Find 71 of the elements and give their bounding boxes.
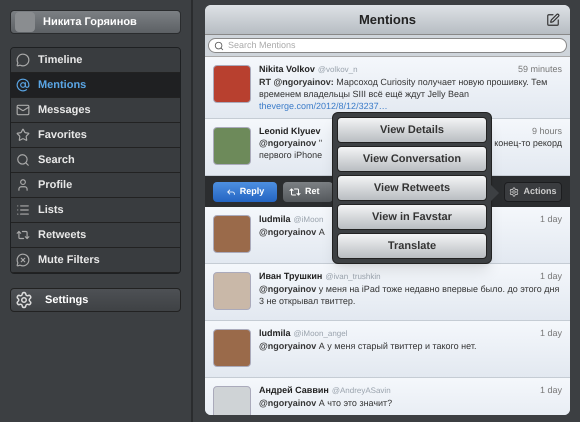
sidebar-item[interactable]: Mentions xyxy=(11,73,180,98)
sidebar-item[interactable]: Search xyxy=(11,148,180,173)
tweet-time: 9 hours xyxy=(532,125,562,137)
sidebar-item[interactable]: Favorites xyxy=(11,123,180,148)
retweet-icon xyxy=(289,186,301,198)
sidebar-icon xyxy=(16,178,30,192)
author-handle: @iMoon xyxy=(294,214,324,226)
tweet-text: конец-то рекорд xyxy=(494,137,562,149)
tweet-text: @ngoryainov у меня на iPad тоже недавно впервые было. до этого дня 3 не открывал твиттер. xyxy=(259,283,560,307)
header-title: Mentions xyxy=(358,10,416,29)
sidebar-item[interactable]: Mute Filters xyxy=(11,248,180,273)
search-icon xyxy=(214,40,224,50)
avatar-photo xyxy=(213,215,251,253)
settings-button[interactable]: Settings xyxy=(10,288,181,312)
tweet-row[interactable]: ludmila @iMoon_angel 1 day @ngoryainov А у меня старый твиттер и такого нет. xyxy=(205,321,570,378)
tweet-text: @ngoryainov А что это значит? xyxy=(259,397,394,409)
author-name: Иван Трушкин xyxy=(259,270,322,282)
tweet-time: 1 day xyxy=(540,384,562,396)
avatar-photo xyxy=(213,386,251,415)
sidebar-icon xyxy=(16,103,30,117)
tweet-row[interactable]: Иван Трушкин @ivan_trushkin 1 day @ngoryainov у меня на iPad тоже недавно впервые было. до этого дня 3 не открывал твиттер. xyxy=(205,264,570,321)
avatar-photo xyxy=(213,65,251,103)
tweet-time: 59 minutes xyxy=(518,63,562,75)
retweet-button[interactable]: Ret xyxy=(283,182,333,202)
popover-menu-item[interactable]: View Conversation xyxy=(337,146,487,172)
author-handle: @volkov_n xyxy=(318,64,358,76)
avatar-photo xyxy=(15,12,35,32)
author-handle: @iMoon_angel xyxy=(294,328,348,340)
tweet-text: первого iPhone xyxy=(259,149,322,161)
tweet-text: @ngoryainov " xyxy=(259,137,322,149)
gear-icon xyxy=(509,186,520,196)
popover-menu-item[interactable]: Translate xyxy=(337,233,487,259)
popover-menu-item[interactable]: View in Favstar xyxy=(337,204,487,230)
author-name: Nikita Volkov xyxy=(259,63,315,75)
tweet-text: RT @ngoryainov: Марсоход Curiosity получает новую прошивку. Тем временем владельцы SIII всё ещё ждут Jelly Bean theverge.com/2012/8/12/3237… xyxy=(259,76,548,112)
sidebar-item[interactable]: Timeline xyxy=(11,48,180,73)
compose-icon[interactable] xyxy=(546,12,560,26)
sidebar-item[interactable]: Lists xyxy=(11,198,180,223)
sidebar-icon xyxy=(16,153,30,167)
sidebar-icon xyxy=(16,128,30,142)
tweet-time: 1 day xyxy=(540,270,562,282)
tweet-link[interactable]: theverge.com/2012/8/12/3237… xyxy=(259,101,388,111)
sidebar-icon xyxy=(16,228,30,242)
sidebar-item[interactable]: Messages xyxy=(11,98,180,123)
author-name: Андрей Саввин xyxy=(259,384,329,396)
author-name: ludmila xyxy=(259,327,291,339)
author-handle: @AndreyASavin xyxy=(332,385,391,397)
author-handle: @ivan_trushkin xyxy=(325,271,381,283)
tweet-row[interactable]: Nikita Volkov @volkov_n 59 minutes RT @ngoryainov: Марсоход Curiosity получает новую прошивку. Тем временем владельцы SIII всё ещё ждут Jelly Bean theverge.com/2012/8/12/3237… xyxy=(205,57,570,119)
sidebar-item[interactable]: Retweets xyxy=(11,223,180,248)
avatar-photo xyxy=(213,329,251,367)
sidebar-icon xyxy=(16,78,30,92)
avatar-photo xyxy=(213,127,251,165)
sidebar-icon xyxy=(16,203,30,217)
tweet-text: @ngoryainov А у меня старый твиттер и такого нет. xyxy=(259,340,478,352)
reply-button[interactable]: Reply xyxy=(213,182,277,202)
tweet-time: 1 day xyxy=(540,327,562,339)
actions-button[interactable]: Actions xyxy=(504,182,562,202)
sidebar-item[interactable]: Profile xyxy=(11,173,180,198)
popover-menu-item[interactable]: View Details xyxy=(337,117,487,143)
tweet-text: @ngoryainov А xyxy=(259,226,326,238)
popover-menu-item[interactable]: View Retweets xyxy=(337,175,487,201)
account-button[interactable]: Никита Горяинов xyxy=(10,10,181,34)
sidebar-icon xyxy=(16,253,30,267)
tweet-time: 1 day xyxy=(540,213,562,225)
author-name: Leonid Klyuev xyxy=(259,125,321,137)
reply-icon xyxy=(226,186,236,196)
author-name: ludmila xyxy=(259,213,291,225)
tweet-row[interactable]: Андрей Саввин @AndreyASavin 1 day @ngoryainov А что это значит? xyxy=(205,378,570,415)
sidebar-icon xyxy=(16,53,30,67)
avatar-photo xyxy=(213,272,251,310)
